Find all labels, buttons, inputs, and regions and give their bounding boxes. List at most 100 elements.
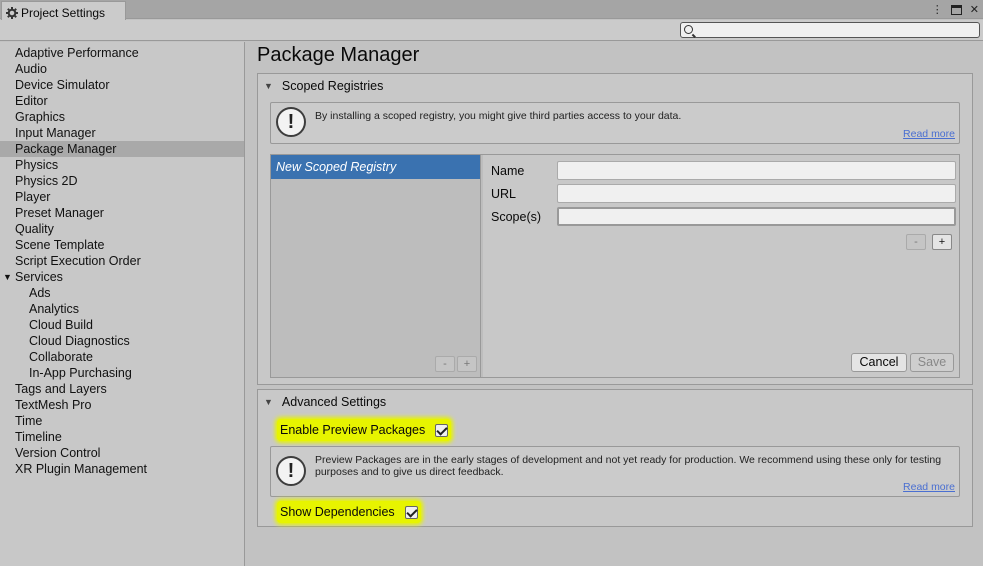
sidebar-item-timeline[interactable]: Timeline (0, 429, 244, 445)
url-field[interactable] (557, 184, 956, 203)
sidebar-item-label: Timeline (15, 430, 62, 444)
sidebar-item-player[interactable]: Player (0, 189, 244, 205)
sidebar-item-label: Cloud Diagnostics (29, 334, 130, 348)
section-title: Scoped Registries (281, 79, 384, 93)
sidebar-item-time[interactable]: Time (0, 413, 244, 429)
sidebar-item-audio[interactable]: Audio (0, 61, 244, 77)
sidebar-item-label: Device Simulator (15, 78, 110, 92)
sidebar-item-label: Audio (15, 62, 47, 76)
sidebar-item-label: Physics (15, 158, 59, 172)
sidebar-item-analytics[interactable]: Analytics (0, 301, 244, 317)
sidebar-item-label: In-App Purchasing (29, 366, 132, 380)
sidebar-item-label: Script Execution Order (15, 254, 141, 268)
page-title: Package Manager (257, 44, 420, 66)
sidebar-item-label: Graphics (15, 110, 66, 124)
remove-registry-button[interactable]: - (435, 356, 455, 372)
sidebar-item-script-execution-order[interactable]: Script Execution Order (0, 253, 244, 269)
sidebar-item-xr-plugin-management[interactable]: XR Plugin Management (0, 461, 244, 477)
sidebar-item-label: XR Plugin Management (15, 462, 148, 476)
sidebar-item-label: TextMesh Pro (15, 398, 92, 412)
show-dependencies-label: Show Dependencies (280, 505, 395, 519)
sidebar-item-cloud-diagnostics[interactable]: Cloud Diagnostics (0, 333, 244, 349)
enable-preview-checkbox[interactable] (435, 423, 449, 437)
sidebar-item-ads[interactable]: Ads (0, 285, 244, 301)
scoped-registries-section: ▼ Scoped Registries ! By installing a sc… (257, 73, 973, 385)
sidebar-item-label: Version Control (15, 446, 101, 460)
sidebar-item-label: Package Manager (15, 142, 117, 156)
section-title: Advanced Settings (281, 395, 387, 409)
foldout-expanded-icon[interactable]: ▼ (3, 269, 12, 285)
sidebar-item-label: Editor (15, 94, 48, 108)
sidebar-item-label: Services (15, 270, 63, 284)
sidebar-item-physics[interactable]: Physics (0, 157, 244, 173)
project-settings-tab[interactable]: Project Settings (1, 1, 126, 20)
warning-icon: ! (276, 456, 306, 486)
sidebar-item-version-control[interactable]: Version Control (0, 445, 244, 461)
name-field[interactable] (557, 161, 956, 180)
sidebar-item-device-simulator[interactable]: Device Simulator (0, 77, 244, 93)
sidebar-item-graphics[interactable]: Graphics (0, 109, 244, 125)
sidebar-item-label: Player (15, 190, 51, 204)
sidebar-item-in-app-purchasing[interactable]: In-App Purchasing (0, 365, 244, 381)
warning-text: By installing a scoped registry, you mig… (315, 110, 682, 122)
search-input[interactable] (680, 22, 980, 38)
url-label: URL (491, 186, 517, 201)
close-icon[interactable]: ✕ (970, 3, 979, 16)
scoped-registry-warning: ! By installing a scoped registry, you m… (270, 102, 960, 144)
sidebar-item-label: Tags and Layers (15, 382, 107, 396)
sidebar-item-scene-template[interactable]: Scene Template (0, 237, 244, 253)
sidebar-item-cloud-build[interactable]: Cloud Build (0, 317, 244, 333)
preview-packages-warning: ! Preview Packages are in the early stag… (270, 446, 960, 497)
gear-icon (6, 6, 18, 19)
sidebar-item-input-manager[interactable]: Input Manager (0, 125, 244, 141)
sidebar-item-label: Input Manager (15, 126, 96, 140)
registry-list-item[interactable]: New Scoped Registry (271, 155, 480, 179)
advanced-settings-section: ▼ Advanced Settings Enable Preview Packa… (257, 389, 973, 527)
warning-text: Preview Packages are in the early stages… (315, 454, 942, 478)
cancel-button[interactable]: Cancel (851, 353, 907, 372)
sidebar-item-label: Physics 2D (15, 174, 78, 188)
save-button[interactable]: Save (910, 353, 954, 372)
scopes-field[interactable] (557, 207, 956, 226)
add-registry-button[interactable]: + (457, 356, 477, 372)
sidebar-item-label: Collaborate (29, 350, 93, 364)
scopes-label: Scope(s) (491, 209, 542, 224)
show-dependencies-toggle[interactable]: Show Dependencies (277, 501, 421, 523)
sidebar-item-quality[interactable]: Quality (0, 221, 244, 237)
sidebar-item-preset-manager[interactable]: Preset Manager (0, 205, 244, 221)
read-more-link[interactable]: Read more (903, 128, 955, 140)
more-vert-icon[interactable]: ⋮ (932, 3, 943, 16)
name-label: Name (491, 163, 525, 178)
sidebar-item-label: Ads (29, 286, 51, 300)
enable-preview-label: Enable Preview Packages (280, 423, 426, 437)
read-more-link[interactable]: Read more (903, 481, 955, 493)
sidebar-item-physics-2d[interactable]: Physics 2D (0, 173, 244, 189)
sidebar-item-adaptive-performance[interactable]: Adaptive Performance (0, 45, 244, 61)
remove-scope-button[interactable]: - (906, 234, 926, 250)
warning-icon: ! (276, 107, 306, 137)
sidebar-item-services[interactable]: ▼ Services (0, 269, 244, 285)
advanced-settings-header[interactable]: ▼ Advanced Settings (264, 395, 386, 409)
sidebar-item-package-manager[interactable]: Package Manager (0, 141, 244, 157)
sidebar-item-textmesh-pro[interactable]: TextMesh Pro (0, 397, 244, 413)
foldout-expanded-icon: ▼ (264, 81, 273, 91)
toolbar (0, 20, 983, 41)
scoped-registries-header[interactable]: ▼ Scoped Registries (264, 79, 383, 93)
registry-form: Name URL Scope(s) - + Cancel Save (483, 155, 959, 377)
search-icon (684, 25, 693, 34)
settings-sidebar: Adaptive Performance Audio Device Simulato… (0, 42, 245, 566)
sidebar-item-editor[interactable]: Editor (0, 93, 244, 109)
foldout-expanded-icon: ▼ (264, 397, 273, 407)
registry-list: New Scoped Registry - + (271, 155, 481, 377)
sidebar-item-collaborate[interactable]: Collaborate (0, 349, 244, 365)
maximize-icon[interactable] (950, 4, 962, 15)
sidebar-item-label: Scene Template (15, 238, 105, 252)
sidebar-item-tags-and-layers[interactable]: Tags and Layers (0, 381, 244, 397)
main-panel: Package Manager ▼ Scoped Registries ! By… (246, 42, 983, 566)
enable-preview-packages-toggle[interactable]: Enable Preview Packages (277, 419, 452, 441)
registry-panel: New Scoped Registry - + Name URL Scope(s… (270, 154, 960, 378)
add-scope-button[interactable]: + (932, 234, 952, 250)
sidebar-item-label: Time (15, 414, 43, 428)
title-bar: Project Settings ⋮ ✕ (0, 0, 983, 20)
show-dependencies-checkbox[interactable] (404, 505, 418, 519)
